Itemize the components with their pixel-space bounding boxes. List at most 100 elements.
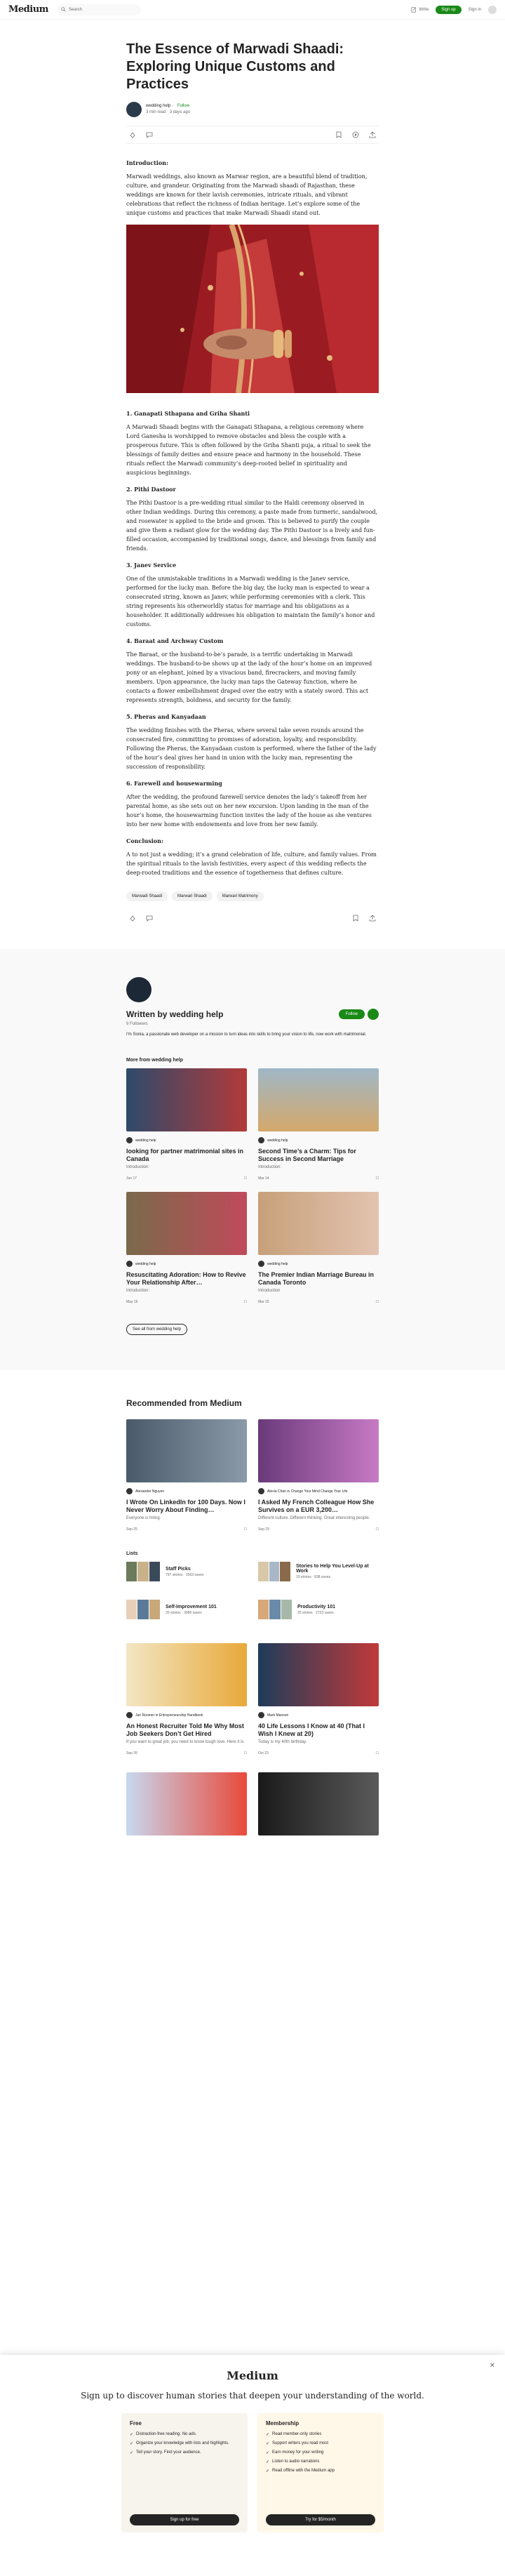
bookmark-icon[interactable] [335, 131, 342, 138]
card-author-avatar [258, 1488, 264, 1494]
bookmark-icon[interactable]: ☐ [244, 1527, 247, 1532]
written-by-title[interactable]: Written by wedding help [126, 1009, 223, 1019]
author-avatar-large[interactable] [126, 977, 152, 1002]
user-avatar-icon[interactable] [488, 5, 497, 14]
card-author-avatar [258, 1137, 264, 1143]
section-6: 6. Farewell and housewarming After the w… [126, 780, 379, 829]
section-2: 2. Pithi Dastoor The Pithi Dastoor is a … [126, 486, 379, 553]
card-title: looking for partner matrimonial sites in… [126, 1148, 244, 1162]
search-input[interactable]: Search [56, 4, 141, 15]
card-author-avatar [258, 1261, 264, 1267]
section-5: 5. Pheras and Kanyadaan The wedding fini… [126, 713, 379, 771]
plan-title: Membership [266, 2420, 299, 2426]
card-author: Mark Manson [267, 1713, 289, 1718]
recommended-grid-3 [126, 1772, 379, 1835]
play-icon[interactable] [352, 131, 359, 138]
section-paragraph: The wedding finishes with the Pheras, wh… [126, 727, 377, 770]
article-actions-bottom [126, 912, 379, 924]
close-icon[interactable]: ✕ [490, 2362, 495, 2370]
bookmark-icon[interactable]: ☐ [376, 1300, 379, 1304]
list-meta: 797 stories · 1563 saves [166, 1572, 204, 1577]
subscribe-icon[interactable] [368, 1009, 379, 1020]
list-meta: 20 stories · 2723 saves [297, 1610, 334, 1615]
tag-list: Marwadi Shaadi Marwari Shaadi Marwari Ma… [126, 891, 379, 901]
plan-feature-text: Listen to audio narrations [272, 2459, 320, 2464]
clap-icon[interactable] [129, 131, 136, 138]
list-item[interactable]: Productivity 101 20 stories · 2723 saves [258, 1600, 379, 1619]
story-card[interactable]: Alexia Chan in Change Your Mind Change Y… [258, 1419, 379, 1532]
card-thumbnail[interactable] [126, 1772, 247, 1835]
medium-logo[interactable]: Medium [8, 4, 48, 15]
clap-icon[interactable] [129, 915, 136, 922]
plan-feature-text: Organize your knowledge with lists and h… [136, 2441, 229, 2445]
card-thumbnail[interactable] [258, 1772, 379, 1835]
followers-count[interactable]: 9 Followers [126, 1022, 223, 1026]
list-item[interactable]: Self-Improvement 101 20 stories · 3086 sa… [126, 1600, 247, 1619]
list-title: Stories to Help You Level-Up at Work [296, 1564, 369, 1574]
bookmark-icon[interactable]: ☐ [376, 1176, 379, 1181]
bookmark-icon[interactable]: ☐ [376, 1527, 379, 1532]
list-item[interactable]: Stories to Help You Level-Up at Work 19 s… [258, 1562, 379, 1581]
write-icon [411, 6, 417, 13]
comment-icon[interactable] [146, 131, 153, 138]
card-author: wedding help [135, 1261, 156, 1266]
card-author-avatar [126, 1261, 133, 1267]
see-all-button[interactable]: See all from wedding help [126, 1324, 188, 1335]
bookmark-icon[interactable]: ☐ [244, 1751, 247, 1755]
follow-button[interactable]: Follow [338, 1009, 365, 1019]
signup-modal: ✕ Medium Sign up to discover human stori… [0, 2355, 505, 2576]
plan-feature-text: Earn money for your writing [272, 2450, 324, 2455]
story-card[interactable]: wedding help looking for partner matrimo… [126, 1068, 247, 1181]
signup-free-button[interactable]: Sign up for free [130, 2514, 239, 2525]
section-paragraph: A Marwadi Shaadi begins with the Ganapat… [126, 424, 371, 476]
section-paragraph: After the wedding, the profound farewell… [126, 794, 372, 828]
tag-pill[interactable]: Marwadi Shaadi [126, 891, 168, 901]
share-icon[interactable] [369, 915, 376, 922]
tag-pill[interactable]: Marwari Matrimony [216, 891, 264, 901]
story-card[interactable]: Alexander Nguyen I Wrote On LinkedIn for… [126, 1419, 247, 1532]
card-title: I Asked My French Colleague How She Surv… [258, 1499, 375, 1513]
bookmark-icon[interactable]: ☐ [376, 1751, 379, 1755]
plan-feature: ✓ Distraction-free reading. No ads. [130, 2432, 239, 2437]
membership-button[interactable]: Try for $5/month [266, 2514, 375, 2525]
bookmark-icon[interactable]: ☐ [244, 1176, 247, 1181]
card-author: wedding help [267, 1261, 288, 1266]
bookmark-icon[interactable] [352, 915, 359, 922]
share-icon[interactable] [369, 131, 376, 138]
modal-tagline: Sign up to discover human stories that d… [81, 2391, 424, 2401]
story-card[interactable]: Jari Roomer in Entrepreneurship Handbook… [126, 1643, 247, 1755]
list-thumbnail [258, 1562, 291, 1581]
membership-plan-card: Membership ✓ Read member-only stories ✓ Su… [257, 2413, 384, 2532]
list-title: Productivity 101 [297, 1604, 336, 1609]
story-card[interactable]: wedding help Resuscitating Adoration: Ho… [126, 1192, 247, 1304]
author-name[interactable]: wedding help [146, 104, 170, 108]
section-4: 4. Baraat and Archway Custom The Baraat,… [126, 637, 379, 705]
story-card[interactable]: wedding help The Premier Indian Marriage… [258, 1192, 379, 1304]
card-thumbnail [126, 1068, 247, 1131]
section-1: 1. Ganapati Sthapana and Griha Shanti A … [126, 410, 379, 477]
list-item[interactable]: Staff Picks 797 stories · 1563 saves [126, 1562, 247, 1581]
follow-link[interactable]: Follow [177, 104, 189, 108]
card-title: Second Time’s a Charm: Tips for Success … [258, 1148, 356, 1162]
card-thumbnail [258, 1192, 379, 1255]
plan-title: Free [130, 2420, 142, 2426]
plan-feature-text: Read member-only stories [272, 2432, 322, 2436]
signin-link[interactable]: Sign in [469, 8, 481, 12]
story-card[interactable]: Mark Manson 40 Life Lessons I Know at 40… [258, 1643, 379, 1755]
tag-pill[interactable]: Marwari Shaadi [172, 891, 213, 901]
author-avatar[interactable] [126, 102, 142, 117]
write-button[interactable]: Write [411, 6, 429, 13]
recommended-grid-1: Alexander Nguyen I Wrote On LinkedIn for… [126, 1419, 379, 1532]
bookmark-icon[interactable]: ☐ [244, 1300, 247, 1304]
plan-feature-text: Read offline with the Medium app [272, 2469, 335, 2473]
free-plan-card: Free ✓ Distraction-free reading. No ads. … [121, 2413, 248, 2532]
card-date: Sep 26 [126, 1751, 137, 1755]
plan-feature-text: Support writers you read most [272, 2441, 329, 2445]
comment-icon[interactable] [146, 915, 153, 922]
story-card[interactable]: wedding help Second Time’s a Charm: Tips… [258, 1068, 379, 1181]
card-thumbnail [258, 1643, 379, 1706]
signup-button[interactable]: Sign up [436, 5, 462, 14]
recommended-section: Recommended from Medium Alexander Nguyen… [126, 1398, 379, 1835]
card-subtitle: Introduction [258, 1289, 281, 1293]
list-meta: 20 stories · 3086 saves [166, 1610, 202, 1615]
